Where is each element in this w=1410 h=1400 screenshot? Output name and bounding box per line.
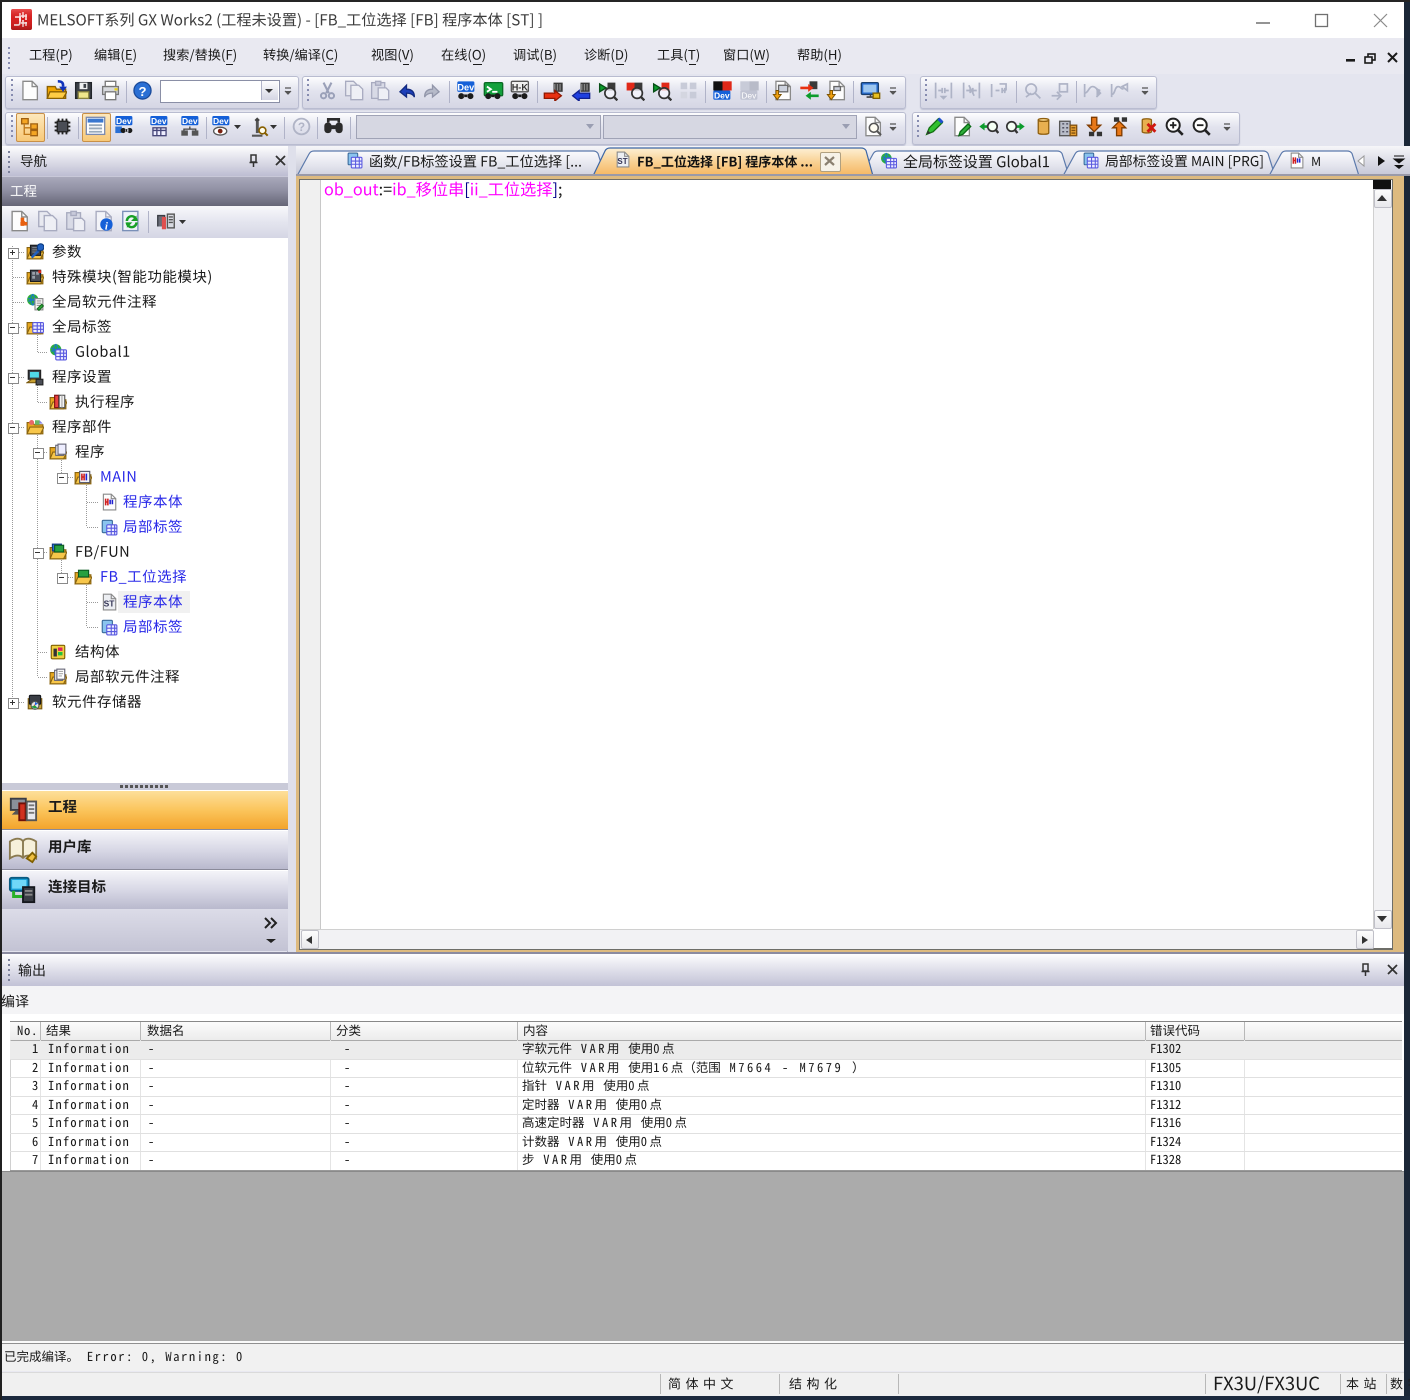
- svg-text:Dev: Dev: [182, 116, 198, 126]
- svg-text:ST: ST: [104, 599, 116, 609]
- svg-text:Dev: Dev: [151, 116, 167, 126]
- svg-text:Dev: Dev: [116, 116, 132, 126]
- svg-text:Dev: Dev: [741, 90, 757, 100]
- svg-text:Dev: Dev: [213, 116, 229, 126]
- svg-text:?: ?: [138, 84, 146, 99]
- svg-text:H-K: H-K: [512, 83, 529, 93]
- svg-text:ST: ST: [617, 157, 627, 166]
- svg-text:Dev: Dev: [457, 83, 475, 93]
- svg-text:Dev: Dev: [714, 90, 730, 100]
- svg-text:?: ?: [298, 120, 305, 134]
